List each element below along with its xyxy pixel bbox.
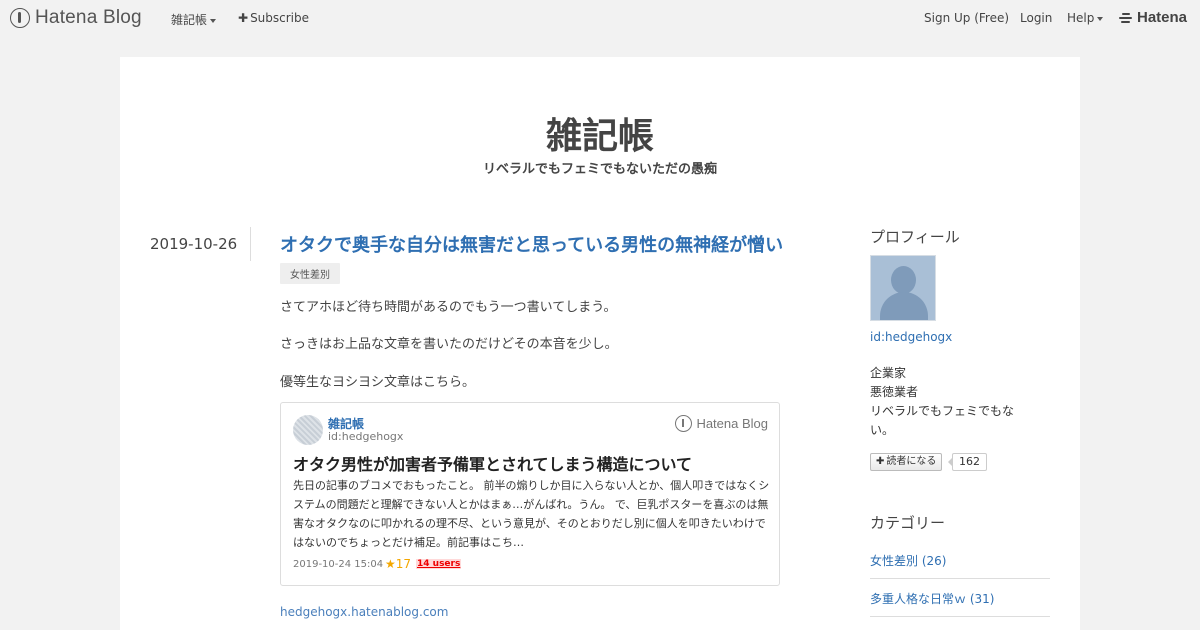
- profile-bio-line: い。: [870, 423, 895, 437]
- help-label: Help: [1067, 11, 1095, 25]
- card-star-count[interactable]: ★17: [385, 557, 411, 571]
- entry-title[interactable]: オタクで奥手な自分は無害だと思っている男性の無神経が憎い: [280, 231, 783, 257]
- blog-menu-label: 雑記帳: [171, 13, 208, 27]
- reader-count-badge[interactable]: 162: [948, 453, 987, 471]
- entry-paragraph: さてアホほど待ち時間があるのでもう一つ書いてしまう。: [280, 300, 617, 315]
- entry-paragraph: さっきはお上品な文章を書いたのだけどその本音を少し。: [280, 337, 618, 352]
- entry-paragraph: 優等生なヨシヨシ文章はこちら。: [280, 375, 476, 390]
- embedded-blog-card[interactable]: 雑記帳 id:hedgehogx Hatena Blog オタク男性が加害者予備…: [280, 402, 780, 586]
- entry-date[interactable]: 2019-10-26: [150, 235, 237, 253]
- profile-heading: プロフィール: [870, 228, 960, 246]
- entry-category-tag[interactable]: 女性差別: [280, 263, 340, 284]
- hatena-logo-text: Hatena: [1137, 9, 1188, 26]
- subscribe-label: Subscribe: [250, 11, 310, 25]
- category-link[interactable]: 女性差別 (26): [870, 552, 1050, 569]
- main-panel: 雑記帳 リベラルでもフェミでもないただの愚痴 2019-10-26 オタクで奥手…: [120, 57, 1080, 630]
- caret-down-icon: [1097, 16, 1104, 21]
- category-divider: [870, 578, 1050, 579]
- reader-button-label: 読者になる: [886, 456, 937, 467]
- hatena-mark-icon: [1119, 12, 1133, 23]
- category-link[interactable]: 多重人格な日常ｗ (31): [870, 590, 1050, 607]
- signup-link[interactable]: Sign Up (Free): [924, 11, 1009, 25]
- caret-down-icon: [210, 18, 217, 23]
- blog-menu-dropdown[interactable]: 雑記帳: [171, 11, 217, 28]
- card-brand-text: Hatena Blog: [696, 416, 768, 431]
- card-date: 2019-10-24 15:04: [293, 559, 384, 570]
- category-heading: カテゴリー: [870, 514, 946, 532]
- blog-description: リベラルでもフェミでもないただの愚痴: [482, 162, 717, 177]
- card-author-avatar[interactable]: [293, 415, 323, 445]
- hatena-blog-logo-icon: [675, 415, 693, 432]
- card-bookmark-users[interactable]: 14 users: [416, 559, 462, 569]
- card-title[interactable]: オタク男性が加害者予備軍とされてしまう構造について: [293, 451, 692, 475]
- subscribe-button[interactable]: ✚ Subscribe: [238, 11, 309, 25]
- hatena-logo[interactable]: Hatena: [1119, 9, 1187, 26]
- entry-source-link[interactable]: hedgehogx.hatenablog.com: [280, 605, 448, 619]
- profile-bio-line: 企業家: [870, 366, 907, 380]
- login-link[interactable]: Login: [1020, 11, 1052, 25]
- date-divider: [250, 227, 251, 261]
- hatena-blog-logo[interactable]: Hatena Blog: [10, 7, 142, 29]
- card-excerpt: 先日の記事のブコメでおもったこと。 前半の煽りしか目に入らない人とか、個人叩きで…: [293, 479, 770, 549]
- logo-text: Hatena Blog: [35, 7, 142, 28]
- card-author-id: id:hedgehogx: [328, 430, 404, 443]
- profile-avatar[interactable]: [870, 255, 936, 321]
- category-divider: [870, 616, 1050, 617]
- blog-title[interactable]: 雑記帳: [120, 107, 1080, 159]
- global-header: Hatena Blog 雑記帳 ✚ Subscribe Sign Up (Free…: [0, 0, 1200, 36]
- help-dropdown[interactable]: Help: [1067, 11, 1104, 25]
- profile-bio-line: リベラルでもフェミでもな: [870, 404, 1015, 418]
- plus-icon: ✚: [238, 11, 249, 25]
- subscribe-reader-button[interactable]: ✚ 読者になる: [870, 453, 943, 471]
- card-hatena-blog-brand[interactable]: Hatena Blog: [675, 415, 768, 432]
- profile-user-id[interactable]: id:hedgehogx: [870, 330, 952, 344]
- hatena-blog-logo-icon: [10, 8, 30, 28]
- plus-icon: ✚: [876, 456, 885, 467]
- profile-bio-line: 悪徳業者: [870, 385, 919, 399]
